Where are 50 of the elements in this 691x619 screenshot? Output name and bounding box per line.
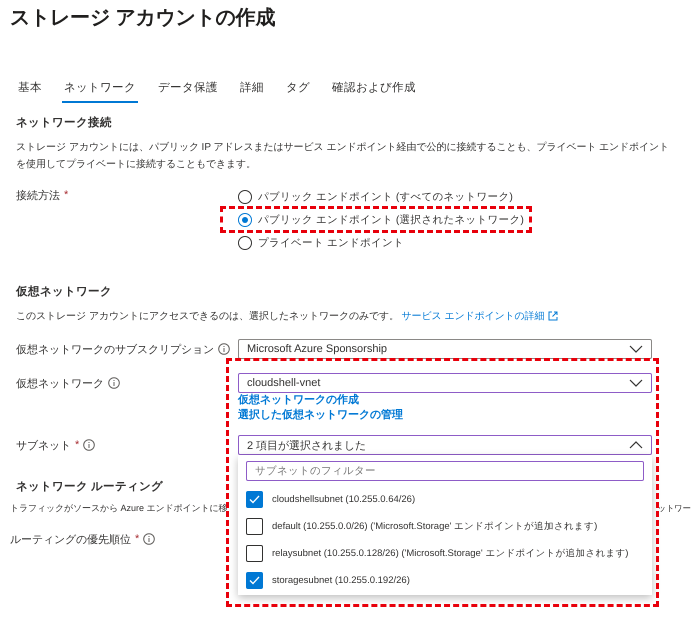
subnet-dropdown[interactable]: 2 項目が選択されました — [238, 435, 652, 455]
chevron-icon — [629, 441, 643, 449]
section-heading: ネットワーク接続 — [16, 115, 113, 131]
virtual-network-dropdown[interactable]: cloudshell-vnet — [238, 373, 652, 393]
tab[interactable]: 詳細 — [238, 76, 266, 103]
section-description: ストレージ アカウントには、パブリック IP アドレスまたはサービス エンドポイント経由で公的に接続することも、プライベート エンドポイントを使用してプライベートに接続することもできます。 — [16, 140, 670, 172]
tab[interactable]: ネットワーク — [62, 76, 138, 103]
subnet-option[interactable]: storagesubnet (10.255.0.192/26) — [246, 572, 644, 589]
checkmark-icon — [249, 576, 260, 585]
info-icon[interactable] — [83, 439, 96, 451]
page-title: ストレージ アカウントの作成 — [10, 6, 277, 31]
required-asterisk: * — [135, 533, 140, 545]
radio-option[interactable]: プライベート エンドポイント — [238, 231, 404, 254]
section-heading: 仮想ネットワーク — [16, 284, 113, 300]
action-link[interactable]: 仮想ネットワークの作成 — [238, 393, 652, 408]
subnet-option[interactable]: relaysubnet (10.255.0.128/26) ('Microsoft.Storage' エンドポイントが追加されます) — [246, 545, 644, 562]
tab[interactable]: 確認および作成 — [330, 76, 418, 103]
section-heading: ネットワーク ルーティング — [16, 480, 164, 495]
external-link-icon — [548, 311, 558, 322]
chevron-icon — [629, 345, 643, 353]
filter-field[interactable]: サブネットのフィルター — [246, 461, 644, 481]
info-icon[interactable] — [108, 377, 120, 389]
radio-option[interactable]: パブリック エンドポイント (選択されたネットワーク) — [238, 208, 524, 231]
info-icon[interactable] — [143, 533, 156, 545]
checkbox[interactable] — [246, 545, 263, 562]
learn-more-link[interactable]: サービス エンドポイントの詳細 — [402, 311, 558, 322]
field-label: サブネット — [16, 438, 71, 452]
field-label: 仮想ネットワーク — [16, 376, 104, 390]
field-label: ルーティングの優先順位 — [10, 532, 131, 546]
subnet-option[interactable]: cloudshellsubnet (10.255.0.64/26) — [246, 491, 644, 508]
checkbox[interactable] — [246, 572, 263, 589]
radio-option[interactable]: パブリック エンドポイント (すべてのネットワーク) — [238, 185, 513, 208]
chevron-icon — [629, 379, 643, 387]
required-asterisk: * — [75, 439, 80, 451]
field-label: 仮想ネットワークのサブスクリプション — [16, 342, 214, 356]
field-label: 接続方法 — [16, 188, 60, 202]
subscription-dropdown[interactable]: Microsoft Azure Sponsorship — [238, 339, 652, 359]
section-description: このストレージ アカウントにアクセスできるのは、選択したネットワークのみです。 サービス エンドポイントの詳細 — [16, 308, 676, 325]
tab[interactable]: データ保護 — [156, 76, 220, 103]
tab[interactable]: 基本 — [16, 76, 44, 103]
subnet-option[interactable]: default (10.255.0.0/26) ('Microsoft.Storage' エンドポイントが追加されます) — [246, 518, 644, 535]
checkmark-icon — [249, 495, 260, 504]
section-description: トラフィックがソースから Azure エンドポイントに移 — [10, 502, 228, 515]
section-description: ットワー — [657, 502, 691, 515]
tab[interactable]: タグ — [284, 76, 312, 103]
info-icon[interactable] — [218, 343, 230, 355]
checkbox[interactable] — [246, 491, 263, 508]
required-asterisk: * — [64, 189, 68, 201]
action-link[interactable]: 選択した仮想ネットワークの管理 — [238, 408, 652, 423]
checkbox[interactable] — [246, 518, 263, 535]
